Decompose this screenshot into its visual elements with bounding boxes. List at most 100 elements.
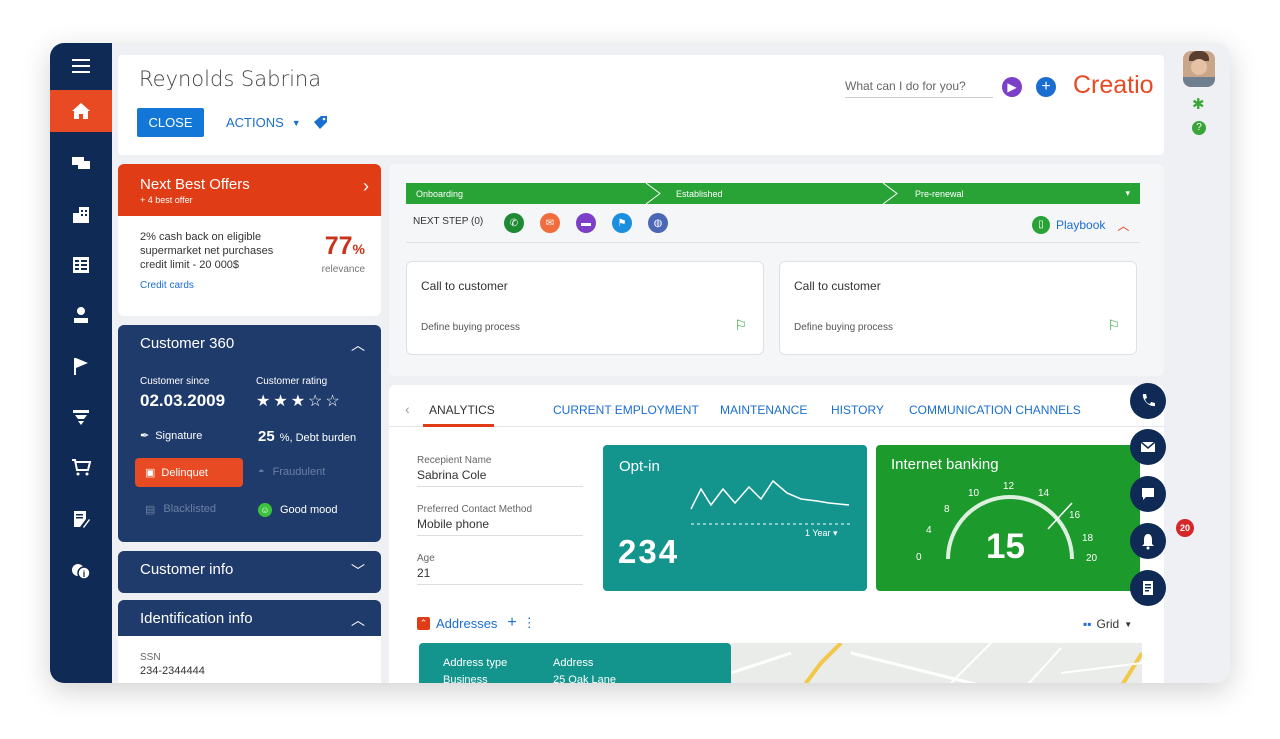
tag-icon[interactable] <box>314 115 328 134</box>
phone-icon[interactable]: ✆ <box>504 213 524 233</box>
dollar-icon[interactable]: i <box>50 550 112 592</box>
signature-item: ✒ Signature <box>140 429 203 443</box>
feed-icon[interactable] <box>50 142 112 184</box>
optin-widget[interactable]: Opt-in 1 Year ▾ 234 <box>603 445 867 591</box>
contacts-list-icon[interactable] <box>50 244 112 286</box>
field-label: Age <box>417 553 435 564</box>
contact-icon[interactable] <box>50 294 112 336</box>
star-filled-icon: ★ <box>273 393 291 410</box>
task-card[interactable]: Call to customer Define buying process ⚐ <box>779 261 1137 355</box>
call-button[interactable] <box>1130 383 1166 419</box>
actions-button[interactable]: ACTIONS ▼ <box>226 115 301 130</box>
blacklisted-label: Blacklisted <box>163 503 216 515</box>
field-value: Mobile phone <box>417 517 490 531</box>
task-card[interactable]: Call to customer Define buying process ⚐ <box>406 261 764 355</box>
help-icon[interactable]: ? <box>1192 121 1206 135</box>
email-button[interactable] <box>1130 429 1166 465</box>
cart-icon[interactable] <box>50 446 112 488</box>
email-icon[interactable]: ✉ <box>540 213 560 233</box>
grid-view-button[interactable]: ▪▪ Grid ▼ <box>1083 617 1132 631</box>
left-navigation: i <box>50 43 112 683</box>
debt-burden: 25 %, Debt burden <box>258 428 356 445</box>
home-icon[interactable] <box>50 90 112 132</box>
tab-maintenance[interactable]: MAINTENANCE <box>720 403 807 417</box>
caret-down-icon: ▼ <box>291 117 301 128</box>
collapse-icon[interactable]: ⌃ <box>417 616 430 630</box>
flag-icon[interactable] <box>50 345 112 387</box>
tab-history[interactable]: HISTORY <box>831 403 884 417</box>
document-edit-icon[interactable] <box>50 498 112 540</box>
stage-dropdown-icon[interactable]: ▾ <box>1125 188 1130 199</box>
accounts-icon[interactable] <box>50 194 112 236</box>
stage-progress-bar: Onboarding Established Pre-renewal ▾ <box>406 183 1140 204</box>
address-type-header: Address type <box>443 657 508 669</box>
svg-text:i: i <box>83 569 86 579</box>
star-filled-icon: ★ <box>290 393 309 410</box>
tab-bar: ‹ ANALYTICS CURRENT EMPLOYMENT MAINTENAN… <box>389 385 1164 427</box>
optin-period: 1 Year <box>805 528 831 538</box>
filter-icon[interactable] <box>50 396 112 438</box>
tab-communication-channels[interactable]: COMMUNICATION CHANNELS <box>909 403 1081 417</box>
address-value: 25 Oak Lane <box>553 674 616 683</box>
customer-360-header[interactable]: Customer 360 ︿ <box>118 325 381 361</box>
globe-icon[interactable]: ◍ <box>648 213 668 233</box>
chevron-up-icon[interactable]: ︿ <box>351 610 365 630</box>
play-icon[interactable]: ▶ <box>1002 77 1022 97</box>
chevron-left-icon[interactable]: ‹ <box>405 401 410 417</box>
menu-icon[interactable] <box>50 45 112 87</box>
star-empty-icon: ☆ <box>325 393 343 410</box>
bell-icon <box>1142 534 1154 550</box>
internet-banking-widget[interactable]: Internet banking 0 4 8 10 12 14 16 18 20… <box>876 445 1140 591</box>
stage-pre-renewal[interactable]: Pre-renewal <box>915 189 964 199</box>
flag-outline-icon[interactable]: ⚐ <box>1107 317 1120 334</box>
blacklisted-item: ▤ Blacklisted <box>145 503 216 516</box>
stage-established[interactable]: Established <box>676 189 723 199</box>
tab-analytics[interactable]: ANALYTICS <box>429 403 495 417</box>
more-icon[interactable]: ⋮ <box>523 615 536 631</box>
tab-current-employment[interactable]: CURRENT EMPLOYMENT <box>553 403 699 417</box>
next-best-offers-header[interactable]: Next Best Offers + 4 best offer › <box>118 164 381 216</box>
recipient-name-field[interactable]: Recepient Name Sabrina Cole <box>417 455 583 487</box>
addresses-header: ⌃ Addresses + ⋮ <box>417 614 536 632</box>
flag-outline-icon[interactable]: ⚐ <box>734 317 747 334</box>
gear-icon[interactable]: ✱ <box>1192 95 1205 113</box>
task-subtitle: Define buying process <box>421 322 520 333</box>
signature-label: Signature <box>155 429 203 442</box>
customer-360-title: Customer 360 <box>140 335 235 352</box>
age-field[interactable]: Age 21 <box>417 553 583 585</box>
optin-period-select[interactable]: 1 Year ▾ <box>805 528 838 539</box>
address-map[interactable] <box>730 641 1144 683</box>
brand-logo: Creatio <box>1073 71 1154 99</box>
notifications-button[interactable] <box>1130 523 1166 559</box>
internet-banking-value: 15 <box>986 527 1025 566</box>
details-panel: ‹ ANALYTICS CURRENT EMPLOYMENT MAINTENAN… <box>389 385 1164 683</box>
avatar[interactable] <box>1183 51 1215 87</box>
chat-icon[interactable]: ▬ <box>576 213 596 233</box>
add-icon[interactable]: + <box>1036 77 1056 97</box>
identification-info-card: Identification info ︿ SSN 234-2344444 <box>118 600 381 683</box>
command-search-input[interactable]: What can I do for you? <box>845 79 993 98</box>
delinquent-badge: ▣ Delinquet <box>135 458 243 487</box>
chevron-up-icon[interactable]: ︿ <box>351 335 365 355</box>
stage-onboarding[interactable]: Onboarding <box>416 189 463 199</box>
address-type-value: Business <box>443 674 488 683</box>
gauge-tick: 16 <box>1069 510 1081 521</box>
chat-button[interactable] <box>1130 476 1166 512</box>
chevron-down-icon[interactable]: ﹀ <box>351 561 365 581</box>
gauge-tick: 8 <box>944 504 950 515</box>
flag-task-icon[interactable]: ⚑ <box>612 213 632 233</box>
address-card[interactable]: Address type Address Business 25 Oak Lan… <box>419 643 731 683</box>
grid-icon: ▪▪ <box>1083 617 1092 631</box>
customer-info-card[interactable]: Customer info ﹀ <box>118 551 381 593</box>
chevron-right-icon[interactable]: › <box>363 176 369 197</box>
close-button[interactable]: CLOSE <box>137 108 204 137</box>
tasks-button[interactable] <box>1130 570 1166 606</box>
playbook-button[interactable]: ▯ Playbook ︿ <box>1032 216 1129 234</box>
identification-info-header[interactable]: Identification info ︿ <box>118 600 381 636</box>
credit-cards-link[interactable]: Credit cards <box>140 280 359 291</box>
relevance-label: relevance <box>321 264 365 275</box>
preferred-contact-field[interactable]: Preferred Contact Method Mobile phone <box>417 504 583 536</box>
add-icon[interactable]: + <box>507 614 516 632</box>
chevron-up-icon[interactable]: ︿ <box>1117 217 1129 234</box>
customer-since-label: Customer since <box>140 376 210 387</box>
